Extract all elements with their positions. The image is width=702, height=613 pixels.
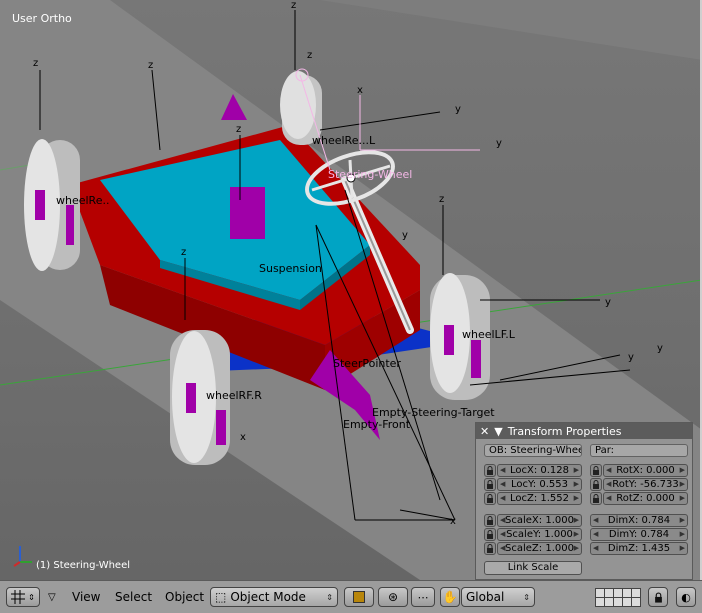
- lock-icon[interactable]: [484, 478, 496, 491]
- 3d-viewport[interactable]: z z z z z z z y y y y y y x x x wheelRe.…: [0, 0, 702, 580]
- axis-y-label-2: y: [402, 230, 408, 241]
- suspension-bone: [230, 187, 265, 239]
- editor-type-button[interactable]: ⇕: [6, 587, 40, 607]
- grid-icon: [11, 590, 26, 604]
- arrow-down-icon[interactable]: ▼: [494, 426, 502, 437]
- link-scale-button[interactable]: Link Scale: [484, 560, 582, 575]
- axis-z-label-1: z: [33, 58, 38, 69]
- pivot-icon: ⊛: [387, 590, 399, 604]
- rot-y-field[interactable]: ◀ RotY: -56.733 ▶: [603, 478, 688, 491]
- panel-header[interactable]: ✕ ▼ Transform Properties: [476, 423, 692, 439]
- axis-x-label-2: x: [240, 432, 246, 443]
- axis-y-label-1: y: [455, 104, 461, 115]
- axis-z-label-3: z: [291, 0, 296, 11]
- view-label: User Ortho: [12, 12, 72, 25]
- axis-y-label-selected: y: [496, 138, 502, 149]
- lock-icon[interactable]: [484, 542, 496, 555]
- scale-y-field[interactable]: ◀ ScaleY: 1.000 ▶: [497, 528, 582, 541]
- lock-icon[interactable]: [590, 478, 602, 491]
- loc-x-field[interactable]: ◀ LocX: 0.128 ▶: [497, 464, 582, 477]
- label-suspension: Suspension: [259, 262, 322, 275]
- lock-layers-button[interactable]: [648, 587, 668, 607]
- active-object-label: (1) Steering-Wheel: [36, 560, 131, 571]
- axis-z-label-2: z: [148, 60, 153, 71]
- rot-x-field[interactable]: ◀ RotX: 0.000 ▶: [603, 464, 688, 477]
- view-axis-widget: [13, 546, 32, 567]
- close-x-icon[interactable]: ✕: [480, 426, 489, 437]
- scale-x-field[interactable]: ◀ ScaleX: 1.000 ▶: [497, 514, 582, 527]
- label-wheel-left-front: wheelLF.L: [462, 328, 516, 341]
- label-wheel-rear-left: wheelRe..: [56, 194, 109, 207]
- dim-x-field[interactable]: ◀ DimX: 0.784 ▶: [590, 514, 688, 527]
- axis-y-label-3: y: [605, 297, 611, 308]
- axis-x-label-1: x: [450, 516, 456, 527]
- axis-z-label-5: z: [236, 124, 241, 135]
- render-button[interactable]: ◐: [676, 587, 696, 607]
- scale-z-field[interactable]: ◀ ScaleZ: 1.000 ▶: [497, 542, 582, 555]
- label-steer-pointer: SteerPointer: [333, 357, 401, 370]
- transform-properties-panel[interactable]: ✕ ▼ Transform Properties OB: Steering-Wh…: [475, 422, 693, 580]
- collapse-triangle-icon[interactable]: ▽: [48, 592, 56, 603]
- menu-object[interactable]: Object: [165, 590, 204, 604]
- label-steering-wheel: Steering-Wheel: [328, 168, 412, 181]
- lock-icon[interactable]: [484, 492, 496, 505]
- label-wheel-right-front: wheelRF.R: [206, 389, 262, 402]
- loc-y-field[interactable]: ◀ LocY: 0.553 ▶: [497, 478, 582, 491]
- draw-type-icon: [353, 591, 365, 603]
- label-empty-front: Empty-Front: [343, 418, 411, 431]
- bone-rear-left: [66, 205, 74, 245]
- object-name-field[interactable]: OB: Steering-Wheel: [484, 444, 582, 457]
- axis-x-label-selected: x: [357, 85, 363, 96]
- pivot-button[interactable]: ⊛: [378, 587, 408, 607]
- lock-icon[interactable]: [484, 464, 496, 477]
- axis-z-label-6: z: [181, 247, 186, 258]
- snap-icon: ⋯: [417, 590, 429, 604]
- lock-icon[interactable]: [484, 528, 496, 541]
- render-icon: ◐: [681, 590, 691, 604]
- menu-view[interactable]: View: [72, 590, 100, 604]
- axis-z-label-7: z: [439, 194, 444, 205]
- parent-field[interactable]: Par:: [590, 444, 688, 457]
- object-mode-icon: ⬚: [215, 590, 227, 604]
- layer-buttons[interactable]: [595, 587, 641, 607]
- panel-title: Transform Properties: [507, 424, 622, 438]
- lock-icon[interactable]: [590, 492, 602, 505]
- menu-select[interactable]: Select: [115, 590, 152, 604]
- 3d-view-header: ⇕ ▽ View Select Object ⬚ Object Mode ⇕ ⊛…: [0, 580, 702, 613]
- axis-y-label-4: y: [628, 352, 634, 363]
- mode-dropdown[interactable]: ⬚ Object Mode ⇕: [210, 587, 338, 607]
- axis-y-label-5: y: [657, 343, 663, 354]
- rot-z-field[interactable]: ◀ RotZ: 0.000 ▶: [603, 492, 688, 505]
- manipulator-button[interactable]: ✋: [440, 587, 460, 607]
- dim-y-field[interactable]: ◀ DimY: 0.784 ▶: [590, 528, 688, 541]
- axis-z-label-4: z: [307, 50, 312, 61]
- hand-icon: ✋: [442, 590, 458, 604]
- orientation-dropdown[interactable]: Global ⇕: [461, 587, 535, 607]
- lock-icon: [654, 591, 662, 603]
- ground-plane-far: [150, 0, 700, 60]
- label-wheel-rear-top: wheelRe...L: [312, 134, 376, 147]
- lock-icon[interactable]: [590, 464, 602, 477]
- draw-type-button[interactable]: [344, 587, 374, 607]
- dim-z-field[interactable]: ◀ DimZ: 1.435 ▶: [590, 542, 688, 555]
- snap-button[interactable]: ⋯: [411, 587, 435, 607]
- loc-z-field[interactable]: ◀ LocZ: 1.552 ▶: [497, 492, 582, 505]
- lock-icon[interactable]: [484, 514, 496, 527]
